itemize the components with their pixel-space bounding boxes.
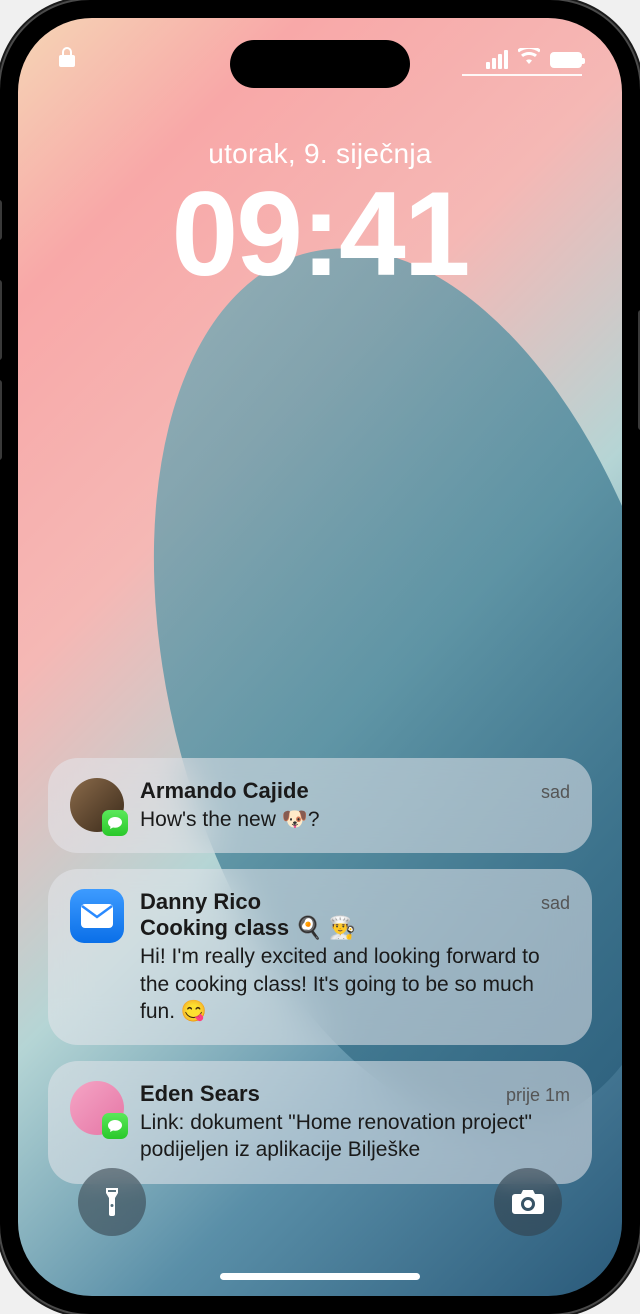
camera-icon: [511, 1188, 545, 1216]
messages-app-badge: [102, 1113, 128, 1139]
notification-time: prije 1m: [506, 1085, 570, 1106]
notification-content: Armando Cajide sad How's the new 🐶?: [140, 778, 570, 833]
notification-time: sad: [541, 893, 570, 914]
lock-icon: [58, 46, 76, 73]
mail-icon: [80, 903, 114, 929]
notification-sender: Danny Rico: [140, 889, 261, 915]
messages-app-badge: [102, 810, 128, 836]
notification-item[interactable]: Danny Rico sad Cooking class 🍳 👨‍🍳 Hi! I…: [48, 869, 592, 1045]
contact-avatar: [70, 1081, 124, 1135]
battery-icon: [550, 52, 582, 68]
notification-subject: Cooking class 🍳 👨‍🍳: [140, 915, 570, 941]
messages-icon: [107, 815, 123, 831]
time-label: 09:41: [18, 174, 622, 294]
camera-button[interactable]: [494, 1168, 562, 1236]
mute-switch[interactable]: [0, 200, 2, 240]
notification-sender: Armando Cajide: [140, 778, 309, 804]
notification-item[interactable]: Armando Cajide sad How's the new 🐶?: [48, 758, 592, 853]
lock-screen-shortcuts: [18, 1168, 622, 1236]
messages-icon: [107, 1118, 123, 1134]
mail-app-icon: [70, 889, 124, 943]
date-label: utorak, 9. siječnja: [18, 138, 622, 170]
notification-sender: Eden Sears: [140, 1081, 260, 1107]
wifi-icon: [518, 48, 540, 71]
notification-body: Link: dokument "Home renovation project"…: [140, 1109, 570, 1164]
notification-item[interactable]: Eden Sears prije 1m Link: dokument "Home…: [48, 1061, 592, 1184]
cellular-signal-icon: [486, 50, 508, 69]
notification-list: Armando Cajide sad How's the new 🐶? Dann…: [48, 758, 592, 1184]
contact-avatar: [70, 778, 124, 832]
flashlight-button[interactable]: [78, 1168, 146, 1236]
status-underline: [462, 74, 582, 76]
dynamic-island[interactable]: [230, 40, 410, 88]
flashlight-icon: [99, 1186, 125, 1218]
notification-content: Eden Sears prije 1m Link: dokument "Home…: [140, 1081, 570, 1164]
notification-body: Hi! I'm really excited and looking forwa…: [140, 943, 570, 1025]
datetime-block: utorak, 9. siječnja 09:41: [18, 138, 622, 294]
volume-up-button[interactable]: [0, 280, 2, 360]
lock-screen: utorak, 9. siječnja 09:41 Armando Cajide…: [18, 18, 622, 1296]
notification-body: How's the new 🐶?: [140, 806, 570, 833]
volume-down-button[interactable]: [0, 380, 2, 460]
home-indicator[interactable]: [220, 1273, 420, 1280]
notification-content: Danny Rico sad Cooking class 🍳 👨‍🍳 Hi! I…: [140, 889, 570, 1025]
notification-time: sad: [541, 782, 570, 803]
iphone-frame: utorak, 9. siječnja 09:41 Armando Cajide…: [0, 0, 640, 1314]
